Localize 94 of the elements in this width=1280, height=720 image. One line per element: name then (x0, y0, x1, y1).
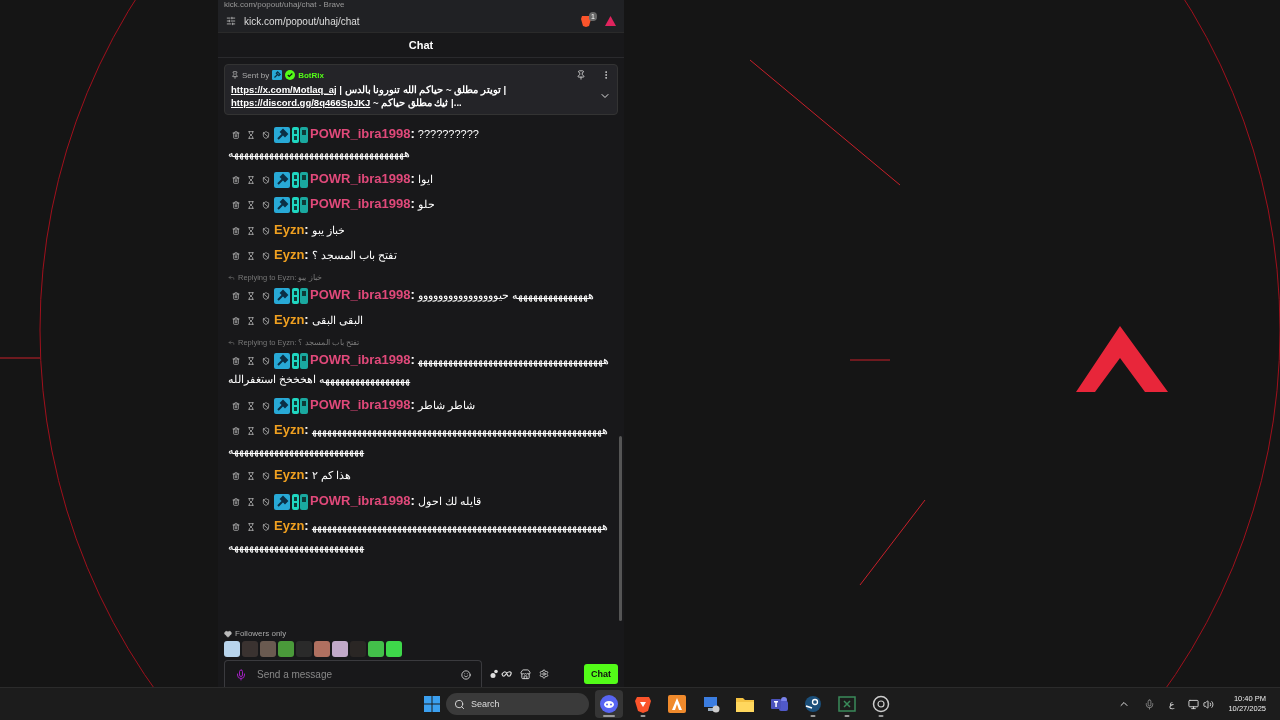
sent-by-label: Sent by (242, 70, 270, 80)
hourglass-icon[interactable] (247, 291, 255, 300)
hammer-badge-icon (272, 70, 283, 80)
verified-icon (285, 70, 296, 80)
hourglass-icon[interactable] (247, 175, 255, 184)
chat-mode: Followers only (235, 629, 287, 638)
hammer-badge-icon (274, 287, 290, 304)
heart-icon (224, 629, 232, 638)
hammer-badge-icon (274, 197, 290, 214)
pin-icon (231, 71, 239, 79)
points-button[interactable] (490, 669, 512, 679)
taskbar-app-button[interactable] (595, 690, 623, 718)
chat-title: Chat (408, 39, 434, 51)
delete-icon[interactable] (232, 175, 240, 184)
delete-icon[interactable] (232, 427, 240, 436)
ban-icon[interactable] (262, 252, 270, 261)
delete-icon[interactable] (232, 130, 240, 139)
pinned-author[interactable]: BotRix (298, 70, 324, 80)
reply-icon (228, 274, 235, 281)
delete-icon[interactable] (232, 472, 240, 481)
computer-icon (702, 695, 720, 713)
volume-icon[interactable] (1203, 698, 1215, 710)
language-indicator[interactable]: ع (1169, 699, 1175, 709)
taskbar-search-field[interactable]: Search (446, 693, 589, 715)
ban-icon[interactable] (262, 401, 270, 410)
pin-icon[interactable] (576, 70, 586, 80)
delete-icon[interactable] (232, 201, 240, 210)
hourglass-icon[interactable] (247, 130, 255, 139)
network-icon[interactable] (1188, 698, 1200, 710)
site-settings-icon[interactable] (226, 16, 236, 26)
og-badge-icon (292, 287, 308, 304)
circle-logo-icon (872, 695, 890, 713)
ban-icon[interactable] (262, 523, 270, 532)
delete-icon[interactable] (232, 317, 240, 326)
hourglass-icon[interactable] (247, 472, 255, 481)
og-badge-icon (292, 126, 308, 143)
address-bar[interactable]: kick.com/popout/uhaj/chat (244, 15, 574, 27)
hammer-badge-icon (274, 171, 290, 188)
teams-icon (770, 695, 788, 713)
microphone-icon[interactable] (235, 668, 247, 681)
hourglass-icon[interactable] (247, 201, 255, 210)
triangle-icon[interactable] (605, 16, 616, 26)
ban-icon[interactable] (262, 497, 270, 506)
hourglass-icon[interactable] (247, 226, 255, 235)
chat-send-button[interactable]: Chat (584, 664, 618, 684)
folder-icon (736, 696, 754, 712)
ban-icon[interactable] (262, 317, 270, 326)
hourglass-icon[interactable] (247, 401, 255, 410)
hourglass-icon[interactable] (247, 427, 255, 436)
ban-icon[interactable] (262, 291, 270, 300)
scrollbar[interactable] (619, 436, 622, 621)
microphone-icon[interactable] (1144, 698, 1156, 710)
delete-icon[interactable] (232, 291, 240, 300)
delete-icon[interactable] (232, 356, 240, 365)
delete-icon[interactable] (232, 252, 240, 261)
steam-icon (804, 695, 822, 713)
hammer-badge-icon (274, 352, 290, 369)
settings-icon[interactable] (539, 669, 549, 679)
delete-icon[interactable] (232, 401, 240, 410)
og-badge-icon (292, 171, 308, 188)
hourglass-icon[interactable] (247, 317, 255, 326)
delete-icon[interactable] (232, 226, 240, 235)
ban-icon[interactable] (262, 201, 270, 210)
discord-icon (600, 695, 618, 713)
og-badge-icon (292, 397, 308, 414)
search-icon (454, 698, 465, 710)
pinned-link[interactable]: https://x.com/Motlaq_aj (231, 84, 337, 95)
ban-icon[interactable] (262, 130, 270, 139)
store-icon[interactable] (520, 668, 531, 680)
ban-icon[interactable] (262, 226, 270, 235)
hourglass-icon[interactable] (247, 497, 255, 506)
ban-icon[interactable] (262, 427, 270, 436)
emoji-icon[interactable] (461, 669, 471, 680)
hammer-badge-icon (274, 493, 290, 510)
hammer-badge-icon (274, 397, 290, 414)
letter-a-logo-icon (668, 695, 686, 713)
og-badge-icon (292, 493, 308, 510)
og-badge-icon (292, 352, 308, 369)
window-title: kick.com/popout/uhaj/chat - Brave (224, 1, 345, 9)
spreadsheet-icon (838, 696, 856, 712)
ban-icon[interactable] (262, 175, 270, 184)
hourglass-icon[interactable] (247, 356, 255, 365)
delete-icon[interactable] (232, 523, 240, 532)
delete-icon[interactable] (232, 497, 240, 506)
hourglass-icon[interactable] (247, 252, 255, 261)
lion-shield-icon (635, 695, 651, 713)
hammer-badge-icon (274, 126, 290, 143)
reply-icon (228, 339, 235, 346)
ban-icon[interactable] (262, 356, 270, 365)
ban-icon[interactable] (262, 472, 270, 481)
message-input[interactable]: Send a message (255, 668, 453, 681)
hourglass-icon[interactable] (247, 523, 255, 532)
og-badge-icon (292, 197, 308, 214)
pinned-link[interactable]: https://discord.gg/8q466SpJKJ (231, 97, 371, 108)
